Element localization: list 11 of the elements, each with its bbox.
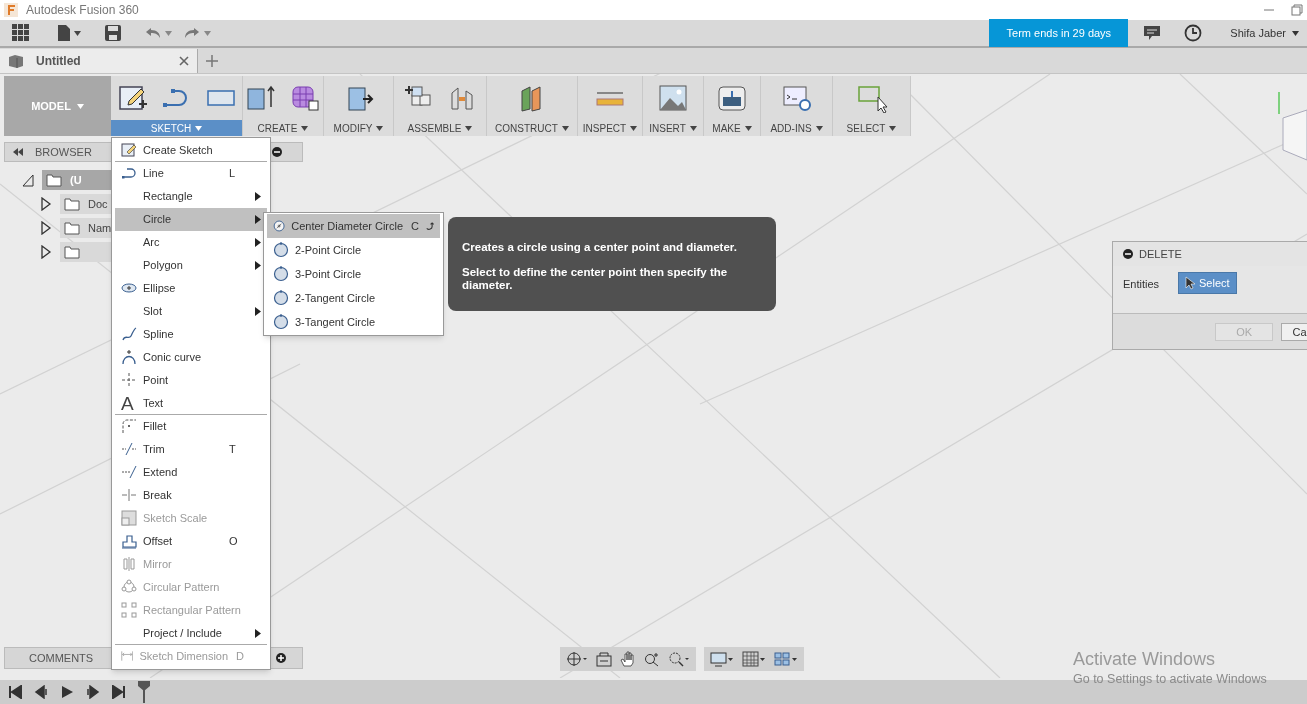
dialog-title: DELETE — [1139, 246, 1182, 262]
activation-subtitle: Go to Settings to activate Windows — [1073, 671, 1267, 688]
text-icon: A — [121, 393, 137, 413]
field-label: Entities — [1123, 277, 1161, 292]
tree-label: Doc — [88, 196, 108, 212]
tree-label: Nam — [88, 220, 112, 236]
window-title: Autodesk Fusion 360 — [26, 2, 139, 19]
tooltip-text: Select to define the center point then specify the diameter. — [462, 266, 729, 292]
tree-label: (U — [70, 172, 82, 188]
tooltip-text: Creates a circle using a center point and diameter. — [462, 241, 738, 254]
activation-title: Activate Windows — [1073, 648, 1217, 670]
